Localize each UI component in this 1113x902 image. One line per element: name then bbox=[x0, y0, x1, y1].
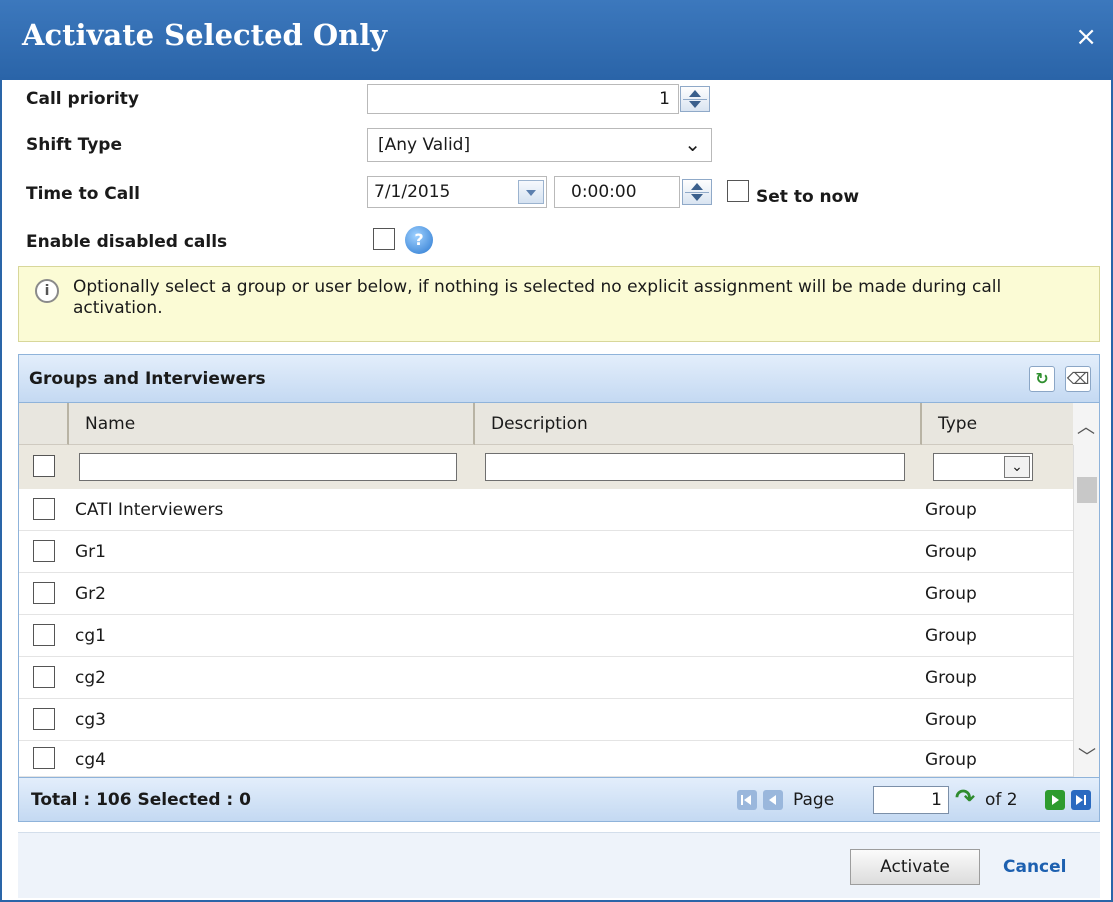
chevron-down-icon: ⌄ bbox=[684, 132, 701, 156]
filter-row: ⌄ bbox=[19, 445, 1075, 489]
enable-disabled-calls-checkbox[interactable] bbox=[373, 228, 395, 250]
page-number-input[interactable]: 1 bbox=[873, 786, 949, 814]
go-to-page-icon[interactable]: ↷ bbox=[955, 784, 975, 812]
shift-type-label: Shift Type bbox=[26, 135, 122, 155]
grid-title: Groups and Interviewers bbox=[29, 369, 266, 389]
row-checkbox[interactable] bbox=[33, 708, 55, 730]
select-column-header bbox=[19, 403, 69, 445]
first-page-icon[interactable] bbox=[737, 790, 757, 810]
time-input[interactable]: 0:00:00 bbox=[554, 176, 680, 208]
table-row[interactable]: Gr1 Group bbox=[19, 531, 1075, 573]
info-text: Optionally select a group or user below,… bbox=[73, 277, 1002, 318]
help-icon[interactable]: ? bbox=[405, 226, 433, 254]
call-priority-value: 1 bbox=[659, 89, 670, 109]
row-type: Group bbox=[925, 542, 977, 562]
scroll-down-icon[interactable]: ﹀ bbox=[1078, 743, 1096, 769]
row-type: Group bbox=[925, 500, 977, 520]
row-checkbox[interactable] bbox=[33, 540, 55, 562]
row-type: Group bbox=[925, 668, 977, 688]
column-type-label: Type bbox=[938, 414, 978, 434]
shift-type-select[interactable]: [Any Valid] ⌄ bbox=[367, 128, 712, 162]
activate-button[interactable]: Activate bbox=[850, 849, 980, 885]
column-name-label: Name bbox=[85, 414, 136, 434]
previous-page-icon[interactable] bbox=[763, 790, 783, 810]
row-checkbox[interactable] bbox=[33, 624, 55, 646]
description-filter-input[interactable] bbox=[485, 453, 905, 481]
chevron-down-icon[interactable]: ⌄ bbox=[1004, 456, 1030, 478]
select-all-checkbox[interactable] bbox=[33, 455, 55, 477]
row-name: CATI Interviewers bbox=[75, 500, 224, 520]
dialog-title: Activate Selected Only bbox=[22, 18, 388, 52]
row-name: Gr2 bbox=[75, 584, 106, 604]
row-type: Group bbox=[925, 626, 977, 646]
date-value: 7/1/2015 bbox=[374, 182, 451, 202]
activate-dialog: Activate Selected Only × Call priority 1… bbox=[0, 0, 1113, 902]
scrollbar-thumb[interactable] bbox=[1077, 477, 1097, 503]
column-description-label: Description bbox=[491, 414, 588, 434]
row-name: cg1 bbox=[75, 626, 106, 646]
table-row[interactable]: CATI Interviewers Group bbox=[19, 489, 1075, 531]
row-type: Group bbox=[925, 750, 977, 770]
grid-totals: Total : 106 Selected : 0 bbox=[31, 790, 251, 810]
shift-type-value: [Any Valid] bbox=[378, 135, 471, 155]
time-spinner[interactable] bbox=[682, 179, 712, 205]
enable-disabled-calls-label: Enable disabled calls bbox=[26, 232, 228, 252]
row-checkbox[interactable] bbox=[33, 582, 55, 604]
page-label: Page bbox=[793, 790, 835, 810]
call-priority-input[interactable]: 1 bbox=[367, 84, 679, 114]
page-number-value: 1 bbox=[931, 790, 942, 810]
name-filter-input[interactable] bbox=[79, 453, 457, 481]
cancel-button[interactable]: Cancel bbox=[1003, 857, 1066, 877]
scroll-up-icon[interactable]: ︿ bbox=[1077, 413, 1095, 439]
column-header-description[interactable]: Description bbox=[475, 403, 922, 445]
time-to-call-label: Time to Call bbox=[26, 184, 140, 204]
info-message: i Optionally select a group or user belo… bbox=[18, 266, 1100, 342]
date-input[interactable]: 7/1/2015 bbox=[367, 176, 547, 208]
call-priority-label: Call priority bbox=[26, 89, 139, 109]
next-page-icon[interactable] bbox=[1045, 790, 1065, 810]
set-to-now-label: Set to now bbox=[756, 187, 860, 207]
refresh-icon[interactable]: ↻ bbox=[1029, 366, 1055, 392]
calendar-dropdown-icon[interactable] bbox=[518, 180, 544, 204]
grid-header: Groups and Interviewers ↻ ⌫ bbox=[19, 355, 1099, 403]
scroll-up-area: ︿ bbox=[1073, 403, 1099, 445]
last-page-icon[interactable] bbox=[1071, 790, 1091, 810]
call-priority-spinner[interactable] bbox=[680, 86, 710, 112]
type-filter-select[interactable]: ⌄ bbox=[933, 453, 1033, 481]
row-name: cg2 bbox=[75, 668, 106, 688]
table-row[interactable]: cg2 Group bbox=[19, 657, 1075, 699]
row-name: cg3 bbox=[75, 710, 106, 730]
table-row[interactable]: cg3 Group bbox=[19, 699, 1075, 741]
set-to-now-checkbox[interactable] bbox=[727, 180, 749, 202]
groups-grid: Groups and Interviewers ↻ ⌫ Name Descrip… bbox=[18, 354, 1100, 822]
row-type: Group bbox=[925, 710, 977, 730]
info-icon: i bbox=[35, 279, 59, 303]
table-row[interactable]: cg1 Group bbox=[19, 615, 1075, 657]
grid-footer: Total : 106 Selected : 0 Page 1 ↷ of 2 bbox=[19, 777, 1099, 821]
row-name: cg4 bbox=[75, 750, 106, 770]
row-checkbox[interactable] bbox=[33, 666, 55, 688]
close-icon[interactable]: × bbox=[1075, 22, 1097, 52]
row-checkbox[interactable] bbox=[33, 498, 55, 520]
vertical-scrollbar[interactable]: ﹀ bbox=[1073, 445, 1099, 777]
column-header-type[interactable]: Type bbox=[922, 403, 1075, 445]
table-row[interactable]: Gr2 Group bbox=[19, 573, 1075, 615]
row-name: Gr1 bbox=[75, 542, 106, 562]
time-value: 0:00:00 bbox=[571, 182, 637, 202]
page-count-label: of 2 bbox=[985, 790, 1018, 810]
row-checkbox[interactable] bbox=[33, 747, 55, 769]
dialog-title-bar: Activate Selected Only × bbox=[0, 0, 1113, 80]
table-row[interactable]: cg4 Group bbox=[19, 741, 1075, 777]
row-type: Group bbox=[925, 584, 977, 604]
eraser-icon[interactable]: ⌫ bbox=[1065, 366, 1091, 392]
dialog-footer: Activate Cancel bbox=[18, 832, 1100, 898]
column-header-name[interactable]: Name bbox=[69, 403, 475, 445]
